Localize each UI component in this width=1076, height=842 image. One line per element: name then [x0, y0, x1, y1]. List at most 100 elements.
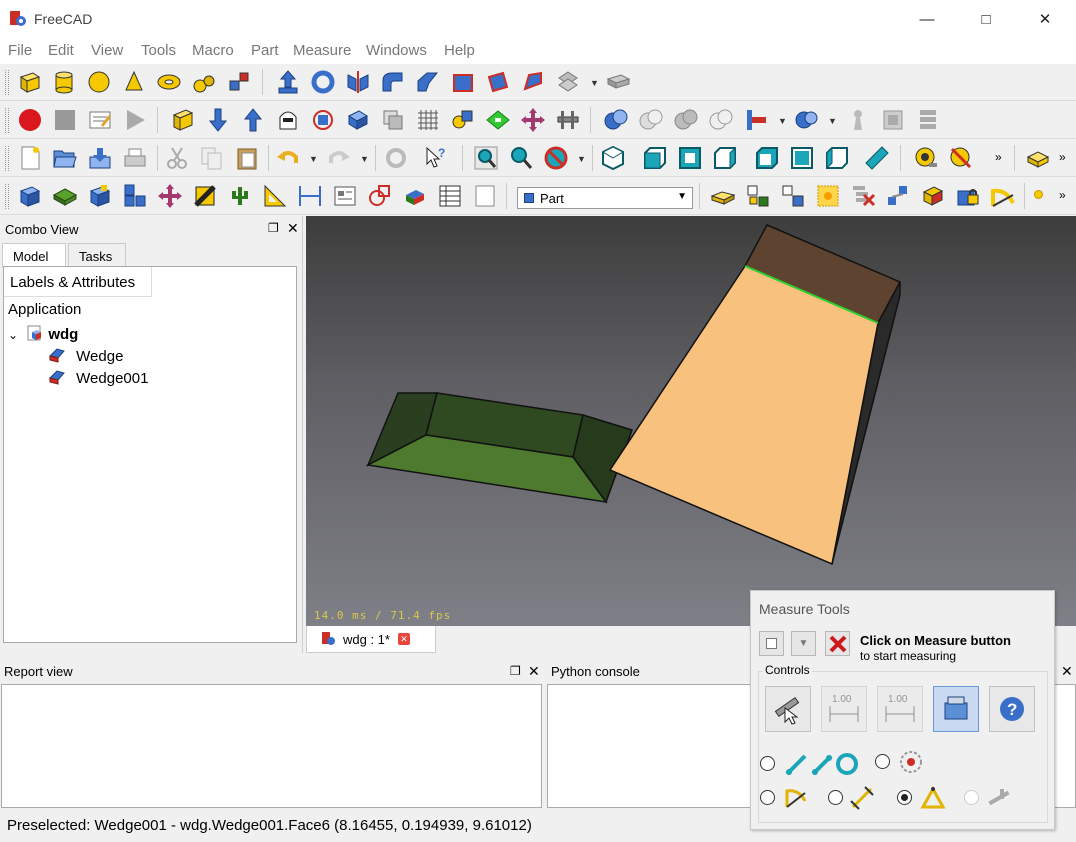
tree-button[interactable] — [226, 182, 254, 210]
check-geometry-button[interactable] — [309, 106, 337, 134]
spreadsheet-button[interactable] — [436, 182, 464, 210]
thickness-button[interactable] — [604, 68, 632, 96]
menu-edit[interactable]: Edit — [48, 42, 74, 59]
view-fit-selection-button[interactable] — [507, 144, 535, 172]
shape-binder-button[interactable] — [366, 182, 394, 210]
placement-button[interactable] — [121, 182, 149, 210]
fuse-button[interactable] — [672, 106, 700, 134]
print-button[interactable] — [121, 144, 149, 172]
dimension-button[interactable] — [261, 182, 289, 210]
fragments-button[interactable] — [879, 106, 907, 134]
close-tab-icon[interactable]: ✕ — [397, 633, 410, 645]
measure-help-button[interactable]: ? — [989, 686, 1035, 732]
tree-document-wdg[interactable]: ⌄ wdg — [8, 324, 78, 343]
copy-button[interactable] — [198, 144, 226, 172]
text-document-button[interactable] — [331, 182, 359, 210]
document-tab[interactable]: wdg : 1* ✕ — [306, 626, 436, 653]
workbench-selector[interactable]: Part ▼ — [517, 187, 693, 209]
attachment-button[interactable] — [844, 106, 872, 134]
lock-button[interactable] — [954, 182, 982, 210]
primitives-button[interactable] — [190, 68, 218, 96]
link-button[interactable] — [86, 182, 114, 210]
open-button[interactable] — [51, 144, 79, 172]
mode-radio-circle[interactable] — [875, 754, 890, 769]
grid-button[interactable] — [414, 106, 442, 134]
close-panel-icon[interactable]: ✕ — [287, 220, 299, 237]
measure-dropdown-button[interactable]: ▼ — [791, 631, 816, 656]
part-module-button[interactable] — [1024, 144, 1052, 172]
export-button[interactable] — [239, 106, 267, 134]
ruled-surface-button[interactable] — [484, 68, 512, 96]
menu-file[interactable]: File — [8, 42, 32, 59]
projection-button[interactable] — [379, 106, 407, 134]
report-view-output[interactable] — [1, 684, 542, 808]
measure-linear-button[interactable] — [912, 144, 940, 172]
chevron-down-icon[interactable]: ⌄ — [8, 328, 22, 342]
view-left-button[interactable] — [823, 144, 851, 172]
import-step-button[interactable] — [779, 182, 807, 210]
measure-toggle-button[interactable] — [759, 631, 784, 656]
mode-radio-distance[interactable] — [828, 790, 843, 805]
clipping-plane-button[interactable] — [191, 182, 219, 210]
move-button[interactable] — [519, 106, 547, 134]
wedge-shape[interactable] — [365, 392, 633, 504]
view-isometric-button[interactable] — [599, 144, 627, 172]
section-button[interactable] — [169, 106, 197, 134]
sub-shape-binder-button[interactable] — [401, 182, 429, 210]
trooper-button[interactable] — [274, 106, 302, 134]
overflow-chevron-icon[interactable]: » — [995, 150, 1002, 164]
torus-button[interactable] — [155, 68, 183, 96]
loft-button[interactable] — [519, 68, 547, 96]
measure-dimension-button[interactable]: 1.00 — [821, 686, 867, 732]
tab-model[interactable]: Model — [2, 243, 66, 268]
sticky-note-button[interactable] — [814, 182, 842, 210]
view-rear-button[interactable] — [753, 144, 781, 172]
offset-dropdown-icon[interactable]: ▼ — [590, 78, 600, 88]
3d-viewport[interactable] — [306, 216, 1076, 626]
overflow-chevron-3-icon[interactable]: » — [1059, 188, 1066, 202]
menu-view[interactable]: View — [91, 42, 123, 59]
compound-button[interactable] — [449, 106, 477, 134]
measure-length-button[interactable] — [296, 182, 324, 210]
whats-this-button[interactable]: ? — [422, 144, 450, 172]
offset-button[interactable] — [554, 68, 582, 96]
chamfer-button[interactable] — [414, 68, 442, 96]
view-top-button[interactable] — [676, 144, 704, 172]
new-document-button[interactable] — [16, 144, 44, 172]
mirror-button[interactable] — [344, 68, 372, 96]
extrude-button[interactable] — [274, 68, 302, 96]
paste-button[interactable] — [233, 144, 261, 172]
maximize-button[interactable]: □ — [957, 0, 1015, 38]
menu-windows[interactable]: Windows — [366, 42, 427, 59]
measure-dimension-2-button[interactable]: 1.00 — [877, 686, 923, 732]
macros-button[interactable] — [86, 106, 114, 134]
group-button[interactable] — [51, 182, 79, 210]
tab-tasks[interactable]: Tasks — [68, 243, 126, 268]
blank-button[interactable] — [471, 182, 499, 210]
slice-button[interactable] — [914, 106, 942, 134]
join-button[interactable] — [742, 106, 770, 134]
create-primitives-button[interactable] — [709, 182, 737, 210]
cone-button[interactable] — [120, 68, 148, 96]
redo-dropdown-icon[interactable]: ▼ — [360, 154, 370, 164]
mode-radio-disabled[interactable] — [964, 790, 979, 805]
overflow-chevron-2-icon[interactable]: » — [1059, 150, 1066, 164]
angle-measure-button[interactable] — [989, 182, 1017, 210]
std-part-button[interactable] — [16, 182, 44, 210]
minimize-button[interactable]: — — [898, 0, 956, 38]
mode-radio-angle-3pt[interactable] — [897, 790, 912, 805]
fillet-button[interactable] — [379, 68, 407, 96]
close-panel-icon[interactable]: ✕ — [528, 663, 540, 680]
draw-style-dropdown-icon[interactable]: ▼ — [577, 154, 587, 164]
mode-radio-angle[interactable] — [760, 790, 775, 805]
revolve-button[interactable] — [309, 68, 337, 96]
transform-button[interactable] — [156, 182, 184, 210]
measure-distance-button[interactable] — [863, 144, 891, 172]
face-button[interactable] — [484, 106, 512, 134]
float-panel-icon[interactable]: ❐ — [268, 221, 279, 235]
measure-close-button[interactable] — [825, 631, 850, 656]
menu-part[interactable]: Part — [251, 42, 279, 59]
menu-help[interactable]: Help — [444, 42, 475, 59]
sphere-button[interactable] — [85, 68, 113, 96]
point-icon[interactable] — [1034, 190, 1043, 199]
